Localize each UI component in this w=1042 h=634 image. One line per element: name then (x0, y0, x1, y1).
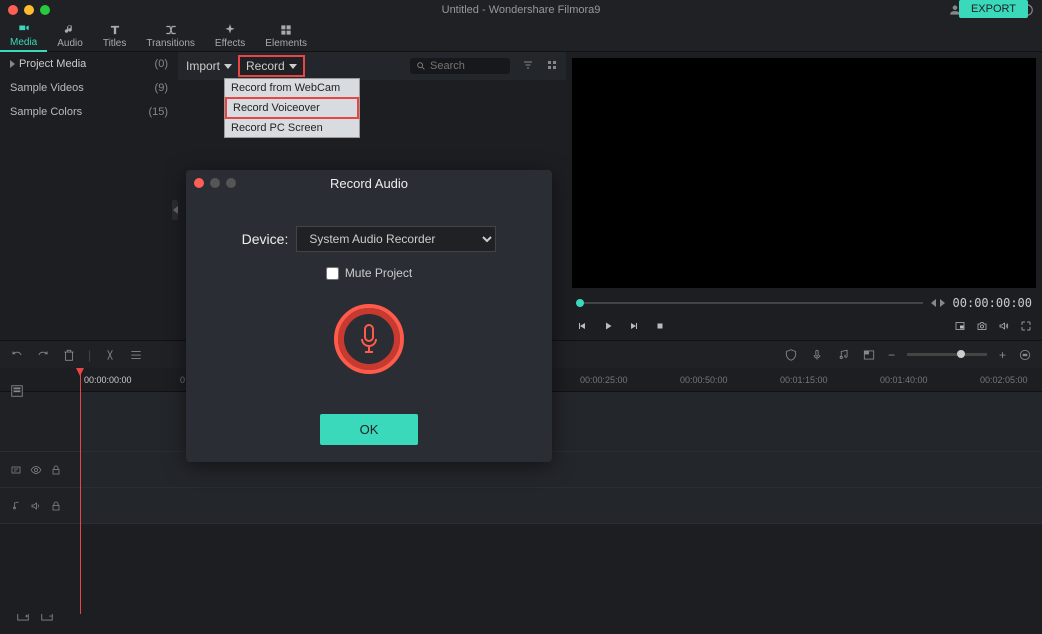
sidebar-count: (15) (148, 106, 168, 118)
pip2-icon[interactable] (862, 348, 876, 362)
modal-minimize[interactable] (210, 178, 220, 188)
search-input[interactable] (430, 60, 490, 72)
zoom-slider[interactable] (907, 353, 987, 356)
more-icon[interactable] (129, 348, 143, 362)
tab-label: Media (10, 37, 37, 48)
audio-track[interactable] (0, 488, 1042, 524)
titlebar: Untitled - Wondershare Filmora9 (0, 0, 1042, 20)
window-close[interactable] (8, 5, 18, 15)
record-button[interactable]: Record (238, 55, 305, 77)
stop-icon[interactable] (654, 320, 666, 332)
sidebar-item-sample-colors[interactable]: Sample Colors (15) (0, 100, 178, 124)
main-tabs: Media Audio Titles Transitions Effects E… (0, 20, 1042, 52)
play-icon[interactable] (602, 320, 614, 332)
tab-label: Effects (215, 38, 245, 49)
timecode: 00:00:00:00 (953, 296, 1032, 310)
tab-audio[interactable]: Audio (47, 23, 93, 49)
delete-icon[interactable] (62, 348, 76, 362)
media-toolbar: Import Record (178, 52, 566, 80)
modal-close[interactable] (194, 178, 204, 188)
track-header (0, 488, 80, 523)
record-audio-modal: Record Audio Device: System Audio Record… (186, 170, 552, 462)
filter-icon[interactable] (522, 59, 534, 74)
step-forward-icon[interactable] (628, 320, 640, 332)
tab-media[interactable]: Media (0, 20, 47, 52)
mute-project-checkbox[interactable] (326, 267, 339, 280)
tab-label: Transitions (146, 38, 195, 49)
tab-transitions[interactable]: Transitions (136, 23, 205, 49)
redo-icon[interactable] (36, 348, 50, 362)
undo-icon[interactable] (10, 348, 24, 362)
export-button[interactable]: EXPORT (959, 0, 1028, 18)
record-screen-item[interactable]: Record PC Screen (225, 119, 359, 137)
scrub-right-icon[interactable] (940, 299, 945, 307)
track-manage-icon[interactable] (10, 384, 24, 400)
tab-label: Titles (103, 38, 127, 49)
ok-button[interactable]: OK (320, 414, 419, 445)
pip-icon[interactable] (954, 320, 966, 332)
sidebar-item-sample-videos[interactable]: Sample Videos (9) (0, 76, 178, 100)
window-zoom[interactable] (40, 5, 50, 15)
record-webcam-item[interactable]: Record from WebCam (225, 79, 359, 97)
mic-icon[interactable] (810, 348, 824, 362)
search-icon (416, 61, 426, 71)
tab-elements[interactable]: Elements (255, 23, 317, 49)
ruler-time: 00:00:00:00 (84, 375, 132, 385)
window-traffic-lights (8, 5, 50, 15)
lock-icon[interactable] (50, 464, 62, 476)
audio-track-icon (10, 500, 22, 512)
preview-pane: 00:00:00:00 (566, 52, 1042, 340)
sidebar-count: (0) (155, 58, 168, 70)
sidebar-item-project[interactable]: Project Media (0) (0, 52, 178, 76)
record-start-button[interactable] (334, 304, 404, 374)
mute-icon[interactable] (30, 500, 42, 512)
tab-effects[interactable]: Effects (205, 23, 255, 49)
track-header (0, 392, 80, 451)
volume-icon[interactable] (998, 320, 1010, 332)
preview-controls (566, 312, 1042, 340)
window-title: Untitled - Wondershare Filmora9 (442, 4, 601, 16)
record-voiceover-item[interactable]: Record Voiceover (225, 97, 359, 119)
import-button[interactable]: Import (186, 59, 232, 73)
modal-titlebar: Record Audio (186, 170, 552, 196)
tab-titles[interactable]: Titles (93, 23, 137, 49)
scrub-bar[interactable] (576, 302, 923, 304)
media-sidebar: Project Media (0) Sample Videos (9) Samp… (0, 52, 178, 340)
record-dropdown: Record from WebCam Record Voiceover Reco… (224, 78, 360, 138)
fullscreen-icon[interactable] (1020, 320, 1032, 332)
scrub-left-icon[interactable] (931, 299, 936, 307)
grid-view-icon[interactable] (546, 59, 558, 74)
title-track-icon (10, 464, 22, 476)
lock-icon[interactable] (50, 500, 62, 512)
track-header (0, 452, 80, 487)
tab-label: Audio (57, 38, 83, 49)
chevron-down-icon (289, 64, 297, 69)
tab-label: Elements (265, 38, 307, 49)
scrubber-row: 00:00:00:00 (566, 294, 1042, 312)
fit-icon[interactable] (1018, 348, 1032, 362)
video-viewer[interactable] (572, 58, 1036, 288)
window-minimize[interactable] (24, 5, 34, 15)
chevron-down-icon (224, 64, 232, 69)
sidebar-count: (9) (155, 82, 168, 94)
chevron-left-icon (173, 206, 178, 214)
snapshot-icon[interactable] (976, 320, 988, 332)
music-icon[interactable] (836, 348, 850, 362)
expand-icon (10, 60, 15, 68)
shield-icon[interactable] (784, 348, 798, 362)
microphone-icon (357, 323, 381, 355)
playhead[interactable] (80, 368, 81, 614)
visibility-icon[interactable] (30, 464, 42, 476)
modal-zoom[interactable] (226, 178, 236, 188)
search-box[interactable] (410, 58, 510, 74)
mute-project-label: Mute Project (345, 266, 412, 280)
modal-title: Record Audio (330, 176, 408, 191)
device-select[interactable]: System Audio Recorder (296, 226, 496, 252)
device-label: Device: (242, 231, 289, 247)
step-back-icon[interactable] (576, 320, 588, 332)
split-icon[interactable] (103, 348, 117, 362)
